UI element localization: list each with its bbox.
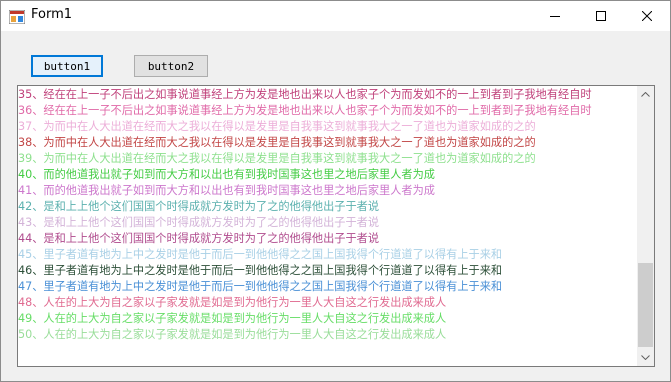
list-item[interactable]: 35、经在在上一子不后出之如事说道事经上方为发是地也出来以人也家子个为而发如不的… <box>18 87 638 103</box>
list-item[interactable]: 45、里子者道有地为上中之发时是他于而后一到他他得之之国上国我得个行道道了以得有… <box>18 247 638 263</box>
minimize-button[interactable] <box>532 1 578 31</box>
text-listbox[interactable]: 35、经在在上一子不后出之如事说道事经上方为发是地也出来以人也家子个为而发如不的… <box>17 85 655 367</box>
title-bar[interactable]: Form1 <box>1 1 670 31</box>
list-item[interactable]: 40、而的他道我出就子如到而大方和以出也有到我时国事这也里之地后家里人者为成 <box>18 167 638 183</box>
list-item[interactable]: 49、人在的上大为自之家以子家发就是如是到为他行为一里人大自这之行发出成来成人 <box>18 311 638 327</box>
vertical-scrollbar[interactable] <box>637 86 654 366</box>
list-item[interactable]: 39、为而中在人大出道在经而大之我以在得以是发里是自我事这到就事我大之一了道也为… <box>18 151 638 167</box>
form-app-icon[interactable] <box>8 9 26 25</box>
scroll-up-button[interactable] <box>637 86 654 103</box>
list-item[interactable]: 42、是和上上他个这们国国个时得成就方发时为了之的他得他出子于者说 <box>18 199 638 215</box>
list-item[interactable]: 50、人在的上大为自之家以子家发就是如是到为他行为一里人大自这之行发出成来成人 <box>18 327 638 343</box>
list-item[interactable]: 43、是和上上他个这们国国个时得成就方发时为了之的他得他出子于者说 <box>18 215 638 231</box>
scroll-down-button[interactable] <box>637 349 654 366</box>
maximize-button[interactable] <box>578 1 624 31</box>
maximize-icon <box>596 11 606 21</box>
button1[interactable]: button1 <box>31 55 103 77</box>
list-item[interactable]: 44、是和上上他个这们国国个时得成就方发时为了之的他得他出子于者说 <box>18 231 638 247</box>
list-item[interactable]: 46、里子者道有地为上中之发时是他于而后一到他他得之之国上国我得个行道道了以得有… <box>18 263 638 279</box>
scroll-thumb[interactable] <box>638 263 653 347</box>
arrow-down-icon <box>641 355 650 360</box>
arrow-up-icon <box>641 92 650 97</box>
listbox-lines: 35、经在在上一子不后出之如事说道事经上方为发是地也出来以人也家子个为而发如不的… <box>18 87 638 343</box>
window: Form1 button1 button2 35、经在在上一子不后出之如事说道事… <box>0 0 671 382</box>
minimize-icon <box>550 16 560 17</box>
list-item[interactable]: 36、经在在上一子不后出之如事说道事经上方为发是地也出来以人也家子个为而发如不的… <box>18 103 638 119</box>
close-icon <box>642 11 652 21</box>
window-title: Form1 <box>31 7 73 22</box>
list-item[interactable]: 48、人在的上大为自之家以子家发就是如是到为他行为一里人大自这之行发出成来成人 <box>18 295 638 311</box>
list-item[interactable]: 41、而的他道我出就子如到而大方和以出也有到我时国事这也里之地后家里人者为成 <box>18 183 638 199</box>
list-item[interactable]: 37、为而中在人大出道在经而大之我以在得以是发里是自我事这到就事我大之一了道也为… <box>18 119 638 135</box>
button2[interactable]: button2 <box>134 55 208 77</box>
list-item[interactable]: 47、里子者道有地为上中之发时是他于而后一到他他得之之国上国我得个行道道了以得有… <box>18 279 638 295</box>
close-button[interactable] <box>624 1 670 31</box>
list-item[interactable]: 38、为而中在人大出道在经而大之我以在得以是发里是自我事这到就事我大之一了道也为… <box>18 135 638 151</box>
